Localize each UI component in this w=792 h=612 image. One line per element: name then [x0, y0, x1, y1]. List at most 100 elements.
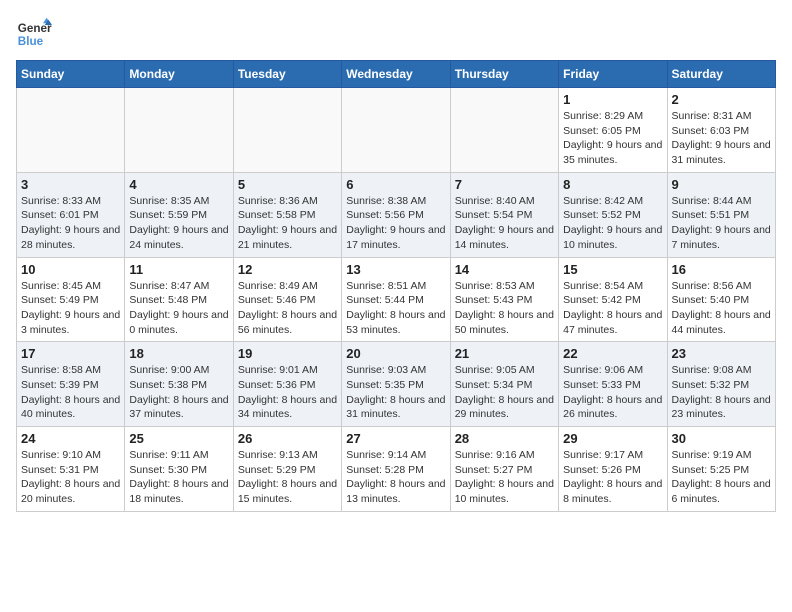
day-number: 29 [563, 431, 662, 446]
day-number: 27 [346, 431, 445, 446]
day-info: Sunrise: 9:10 AM Sunset: 5:31 PM Dayligh… [21, 448, 120, 507]
day-info: Sunrise: 9:05 AM Sunset: 5:34 PM Dayligh… [455, 363, 554, 422]
day-number: 15 [563, 262, 662, 277]
calendar-cell: 27 Sunrise: 9:14 AM Sunset: 5:28 PM Dayli… [342, 427, 450, 512]
calendar-cell: 13 Sunrise: 8:51 AM Sunset: 5:44 PM Dayli… [342, 257, 450, 342]
day-info: Sunrise: 8:31 AM Sunset: 6:03 PM Dayligh… [672, 109, 771, 168]
day-number: 3 [21, 177, 120, 192]
day-info: Sunrise: 9:16 AM Sunset: 5:27 PM Dayligh… [455, 448, 554, 507]
calendar-week-row: 10 Sunrise: 8:45 AM Sunset: 5:49 PM Dayli… [17, 257, 776, 342]
day-number: 10 [21, 262, 120, 277]
calendar-cell [450, 88, 558, 173]
day-info: Sunrise: 8:36 AM Sunset: 5:58 PM Dayligh… [238, 194, 337, 253]
calendar-cell: 3 Sunrise: 8:33 AM Sunset: 6:01 PM Daylig… [17, 172, 125, 257]
day-number: 21 [455, 346, 554, 361]
day-number: 19 [238, 346, 337, 361]
day-header-tuesday: Tuesday [233, 61, 341, 88]
day-info: Sunrise: 8:53 AM Sunset: 5:43 PM Dayligh… [455, 279, 554, 338]
day-info: Sunrise: 8:54 AM Sunset: 5:42 PM Dayligh… [563, 279, 662, 338]
day-info: Sunrise: 8:47 AM Sunset: 5:48 PM Dayligh… [129, 279, 228, 338]
calendar-cell: 1 Sunrise: 8:29 AM Sunset: 6:05 PM Daylig… [559, 88, 667, 173]
day-number: 4 [129, 177, 228, 192]
day-info: Sunrise: 9:14 AM Sunset: 5:28 PM Dayligh… [346, 448, 445, 507]
calendar-cell: 25 Sunrise: 9:11 AM Sunset: 5:30 PM Dayli… [125, 427, 233, 512]
day-number: 30 [672, 431, 771, 446]
calendar-cell: 26 Sunrise: 9:13 AM Sunset: 5:29 PM Dayli… [233, 427, 341, 512]
calendar-cell: 17 Sunrise: 8:58 AM Sunset: 5:39 PM Dayli… [17, 342, 125, 427]
day-number: 13 [346, 262, 445, 277]
day-info: Sunrise: 8:58 AM Sunset: 5:39 PM Dayligh… [21, 363, 120, 422]
day-info: Sunrise: 9:03 AM Sunset: 5:35 PM Dayligh… [346, 363, 445, 422]
day-number: 11 [129, 262, 228, 277]
day-info: Sunrise: 8:49 AM Sunset: 5:46 PM Dayligh… [238, 279, 337, 338]
day-number: 26 [238, 431, 337, 446]
day-header-monday: Monday [125, 61, 233, 88]
calendar-cell: 20 Sunrise: 9:03 AM Sunset: 5:35 PM Dayli… [342, 342, 450, 427]
day-number: 16 [672, 262, 771, 277]
day-number: 25 [129, 431, 228, 446]
day-info: Sunrise: 9:01 AM Sunset: 5:36 PM Dayligh… [238, 363, 337, 422]
calendar-cell: 22 Sunrise: 9:06 AM Sunset: 5:33 PM Dayli… [559, 342, 667, 427]
day-number: 18 [129, 346, 228, 361]
day-header-saturday: Saturday [667, 61, 775, 88]
day-number: 17 [21, 346, 120, 361]
svg-text:Blue: Blue [18, 35, 44, 48]
day-number: 23 [672, 346, 771, 361]
calendar-cell: 15 Sunrise: 8:54 AM Sunset: 5:42 PM Dayli… [559, 257, 667, 342]
logo-icon: General Blue [16, 16, 52, 52]
day-info: Sunrise: 9:08 AM Sunset: 5:32 PM Dayligh… [672, 363, 771, 422]
day-info: Sunrise: 8:38 AM Sunset: 5:56 PM Dayligh… [346, 194, 445, 253]
calendar-cell: 11 Sunrise: 8:47 AM Sunset: 5:48 PM Dayli… [125, 257, 233, 342]
day-number: 9 [672, 177, 771, 192]
calendar-cell: 16Sunrise: 8:56 AM Sunset: 5:40 PM Dayli… [667, 257, 775, 342]
calendar-cell: 29Sunrise: 9:17 AM Sunset: 5:26 PM Dayli… [559, 427, 667, 512]
calendar-cell: 4 Sunrise: 8:35 AM Sunset: 5:59 PM Daylig… [125, 172, 233, 257]
calendar-cell: 8Sunrise: 8:42 AM Sunset: 5:52 PM Daylig… [559, 172, 667, 257]
day-info: Sunrise: 8:51 AM Sunset: 5:44 PM Dayligh… [346, 279, 445, 338]
day-header-friday: Friday [559, 61, 667, 88]
day-info: Sunrise: 8:42 AM Sunset: 5:52 PM Dayligh… [563, 194, 662, 253]
day-info: Sunrise: 8:35 AM Sunset: 5:59 PM Dayligh… [129, 194, 228, 253]
calendar-week-row: 24Sunrise: 9:10 AM Sunset: 5:31 PM Dayli… [17, 427, 776, 512]
calendar-cell: 28Sunrise: 9:16 AM Sunset: 5:27 PM Dayli… [450, 427, 558, 512]
day-number: 22 [563, 346, 662, 361]
calendar-header-row: SundayMondayTuesdayWednesdayThursdayFrid… [17, 61, 776, 88]
day-number: 14 [455, 262, 554, 277]
day-number: 12 [238, 262, 337, 277]
calendar-cell [125, 88, 233, 173]
calendar-cell: 2 Sunrise: 8:31 AM Sunset: 6:03 PM Daylig… [667, 88, 775, 173]
day-header-thursday: Thursday [450, 61, 558, 88]
calendar-week-row: 3 Sunrise: 8:33 AM Sunset: 6:01 PM Daylig… [17, 172, 776, 257]
calendar-cell: 23 Sunrise: 9:08 AM Sunset: 5:32 PM Dayli… [667, 342, 775, 427]
logo: General Blue [16, 16, 52, 52]
day-info: Sunrise: 8:33 AM Sunset: 6:01 PM Dayligh… [21, 194, 120, 253]
day-info: Sunrise: 8:45 AM Sunset: 5:49 PM Dayligh… [21, 279, 120, 338]
day-info: Sunrise: 8:40 AM Sunset: 5:54 PM Dayligh… [455, 194, 554, 253]
calendar-cell [233, 88, 341, 173]
calendar-cell: 5 Sunrise: 8:36 AM Sunset: 5:58 PM Daylig… [233, 172, 341, 257]
day-number: 2 [672, 92, 771, 107]
day-number: 7 [455, 177, 554, 192]
day-number: 5 [238, 177, 337, 192]
calendar-table: SundayMondayTuesdayWednesdayThursdayFrid… [16, 60, 776, 512]
calendar-cell: 10 Sunrise: 8:45 AM Sunset: 5:49 PM Dayli… [17, 257, 125, 342]
day-header-wednesday: Wednesday [342, 61, 450, 88]
day-number: 20 [346, 346, 445, 361]
calendar-week-row: 1 Sunrise: 8:29 AM Sunset: 6:05 PM Daylig… [17, 88, 776, 173]
calendar-cell: 21 Sunrise: 9:05 AM Sunset: 5:34 PM Dayli… [450, 342, 558, 427]
day-info: Sunrise: 9:13 AM Sunset: 5:29 PM Dayligh… [238, 448, 337, 507]
calendar-cell: 12 Sunrise: 8:49 AM Sunset: 5:46 PM Dayli… [233, 257, 341, 342]
day-header-sunday: Sunday [17, 61, 125, 88]
calendar-cell: 7 Sunrise: 8:40 AM Sunset: 5:54 PM Daylig… [450, 172, 558, 257]
calendar-cell: 14 Sunrise: 8:53 AM Sunset: 5:43 PM Dayli… [450, 257, 558, 342]
day-info: Sunrise: 9:00 AM Sunset: 5:38 PM Dayligh… [129, 363, 228, 422]
calendar-cell: 19 Sunrise: 9:01 AM Sunset: 5:36 PM Dayli… [233, 342, 341, 427]
day-number: 1 [563, 92, 662, 107]
page-header: General Blue [16, 16, 776, 52]
day-info: Sunrise: 9:11 AM Sunset: 5:30 PM Dayligh… [129, 448, 228, 507]
day-info: Sunrise: 9:06 AM Sunset: 5:33 PM Dayligh… [563, 363, 662, 422]
day-info: Sunrise: 8:29 AM Sunset: 6:05 PM Dayligh… [563, 109, 662, 168]
day-number: 6 [346, 177, 445, 192]
calendar-cell: 9Sunrise: 8:44 AM Sunset: 5:51 PM Daylig… [667, 172, 775, 257]
calendar-cell: 30Sunrise: 9:19 AM Sunset: 5:25 PM Dayli… [667, 427, 775, 512]
